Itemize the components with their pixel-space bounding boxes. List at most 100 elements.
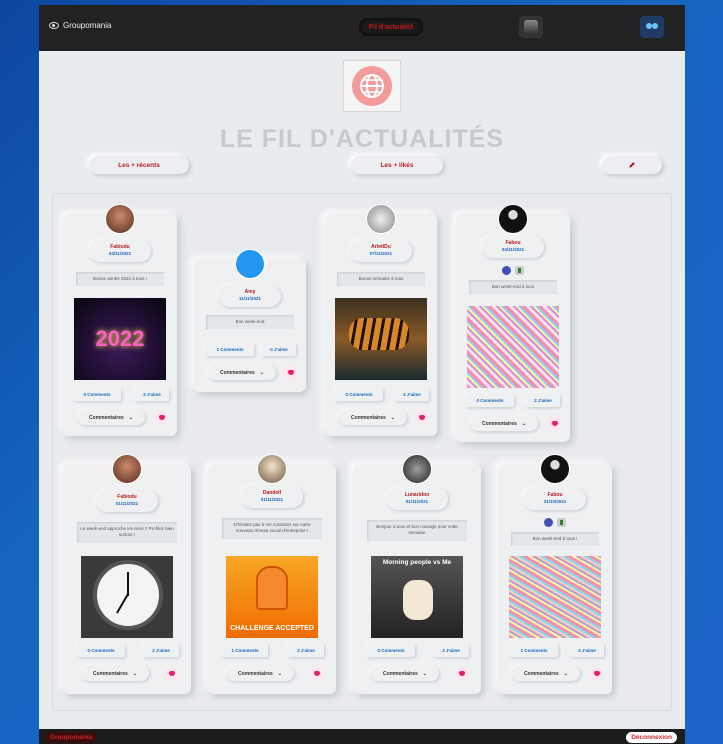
likes-count: 2 J'aime <box>288 644 324 657</box>
post-image <box>467 306 559 388</box>
comments-toggle[interactable]: Commentaires ⌄ <box>512 666 580 681</box>
comments-label: Commentaires <box>93 670 128 677</box>
nav-news-feed[interactable]: Fil d'actualité <box>359 18 423 36</box>
comments-count: 0 Comments <box>466 394 514 407</box>
like-button[interactable] <box>455 667 468 680</box>
avatar <box>366 204 396 234</box>
post-author: Fabou <box>505 240 521 246</box>
post-card: Dandelf 01/11/2021 N'hésitez pas à me co… <box>208 454 336 694</box>
like-button[interactable] <box>548 417 561 430</box>
comments-toggle[interactable]: Commentaires ⌄ <box>470 416 538 431</box>
chevron-down-icon: ⌄ <box>277 670 282 677</box>
comments-toggle[interactable]: Commentaires ⌄ <box>339 410 407 425</box>
avatar <box>112 454 142 484</box>
comments-toggle[interactable]: Commentaires ⌄ <box>208 365 276 380</box>
pencil-icon <box>629 162 635 168</box>
likes-count: 2 J'aime <box>135 388 169 401</box>
comments-count: 0 Comments <box>367 644 415 657</box>
heart-icon <box>418 415 425 420</box>
post-image: CHALLENGE ACCEPTED <box>226 556 318 638</box>
post-card: Fabiodu 01/11/2021 Le week-end approche … <box>63 454 191 694</box>
tiger-shape <box>349 318 409 350</box>
post-card: Fabou 04/11/2021 Bon week-end à tous 0 C… <box>456 204 570 442</box>
comments-label: Commentaires <box>524 670 559 677</box>
filter-liked-button[interactable]: Les + likés <box>351 156 443 174</box>
like-button[interactable] <box>155 411 168 424</box>
comments-count: 1 Comments <box>510 644 558 657</box>
author-pill[interactable]: Fabou 04/11/2021 <box>482 236 544 258</box>
trash-icon[interactable] <box>515 266 524 275</box>
like-button[interactable] <box>590 667 603 680</box>
post-card: Amy 11/11/2021 Bon week-end 1 Comments 0… <box>194 249 306 392</box>
clock-face <box>93 560 163 630</box>
filter-recent-button[interactable]: Les + récents <box>89 156 189 174</box>
new-post-button[interactable] <box>602 156 662 174</box>
image-caption: CHALLENGE ACCEPTED <box>230 625 314 632</box>
comments-label: Commentaires <box>220 369 255 376</box>
post-text: Bonne semaine à tous <box>337 272 425 287</box>
post-card: Fabou 31/10/2021 Bon week-end à tous ! 1… <box>498 454 612 694</box>
comments-toggle[interactable]: Commentaires ⌄ <box>77 410 145 425</box>
bottom-bar: Groupomania Déconnexion <box>39 729 685 744</box>
post-image: Morning people vs Me <box>371 556 463 638</box>
footer-link[interactable]: Groupomania <box>45 732 98 743</box>
post-date: 31/10/2021 <box>543 499 567 504</box>
like-button[interactable] <box>310 667 323 680</box>
post-image: 2022 <box>74 298 166 380</box>
edit-icon[interactable] <box>544 518 553 527</box>
post-actions <box>502 266 524 275</box>
brand-link[interactable]: Groupomania <box>49 21 111 30</box>
default-avatar-icon <box>235 249 265 279</box>
image-caption: 2022 <box>95 326 145 351</box>
post-image <box>81 556 173 638</box>
comments-count: 0 Comments <box>73 388 121 401</box>
avatar <box>402 454 432 484</box>
author-pill[interactable]: Amy 11/11/2021 <box>219 285 281 307</box>
post-image <box>509 556 601 638</box>
comments-toggle[interactable]: Commentaires ⌄ <box>81 666 149 681</box>
author-pill[interactable]: Fabiodu 04/11/2021 <box>89 240 151 262</box>
post-actions <box>544 518 566 527</box>
trash-icon[interactable] <box>557 518 566 527</box>
comments-count: 0 Comments <box>335 388 383 401</box>
author-pill[interactable]: Fabiodu 01/11/2021 <box>96 490 158 512</box>
user-avatar-icon <box>524 20 538 34</box>
author-pill[interactable]: Lunaridoo 01/11/2021 <box>386 488 448 510</box>
news-feed: Fabiodu 04/11/2021 Bonne année 2022 à to… <box>52 193 672 711</box>
app-window: Groupomania Fil d'actualité LE FIL D'ACT… <box>39 5 685 744</box>
image-caption: Morning people vs Me <box>382 559 452 566</box>
like-button[interactable] <box>165 667 178 680</box>
comments-count: 1 Comments <box>222 644 268 657</box>
post-text: Bon week-end <box>206 315 294 330</box>
author-pill[interactable]: ArlettDu 07/11/2021 <box>350 240 412 262</box>
likes-count: 0 J'aime <box>262 343 296 356</box>
author-pill[interactable]: Dandelf 01/11/2021 <box>241 486 303 508</box>
likes-count: 2 J'aime <box>526 394 560 407</box>
post-date: 01/11/2021 <box>405 499 429 504</box>
likes-count: 2 J'aime <box>143 644 179 657</box>
chevron-down-icon: ⌄ <box>132 670 137 677</box>
comments-toggle[interactable]: Commentaires ⌄ <box>371 666 439 681</box>
groups-button[interactable] <box>640 16 664 38</box>
post-text: Bon week-end à tous <box>469 280 557 295</box>
post-date: 04/11/2021 <box>501 247 525 252</box>
post-card: Fabiodu 04/11/2021 Bonne année 2022 à to… <box>63 204 177 436</box>
comments-count: 1 Comments <box>206 343 254 356</box>
edit-icon[interactable] <box>502 266 511 275</box>
post-date: 01/11/2021 <box>115 501 139 506</box>
post-text: Bonjour à tous et bon courage pour cette… <box>367 520 467 541</box>
comments-toggle[interactable]: Commentaires ⌄ <box>226 666 294 681</box>
logout-button[interactable]: Déconnexion <box>626 732 677 743</box>
comments-label: Commentaires <box>89 414 124 421</box>
post-author: Dandelf <box>262 490 282 496</box>
chevron-down-icon: ⌄ <box>422 670 427 677</box>
avatar <box>498 204 528 234</box>
profile-button[interactable] <box>519 16 543 38</box>
like-button[interactable] <box>415 411 428 424</box>
author-pill[interactable]: Fabou 31/10/2021 <box>524 488 586 510</box>
dog-figure <box>403 580 433 620</box>
like-button[interactable] <box>284 366 297 379</box>
comments-count: 0 Comments <box>77 644 125 657</box>
post-image <box>335 298 427 380</box>
chevron-down-icon: ⌄ <box>521 420 526 427</box>
